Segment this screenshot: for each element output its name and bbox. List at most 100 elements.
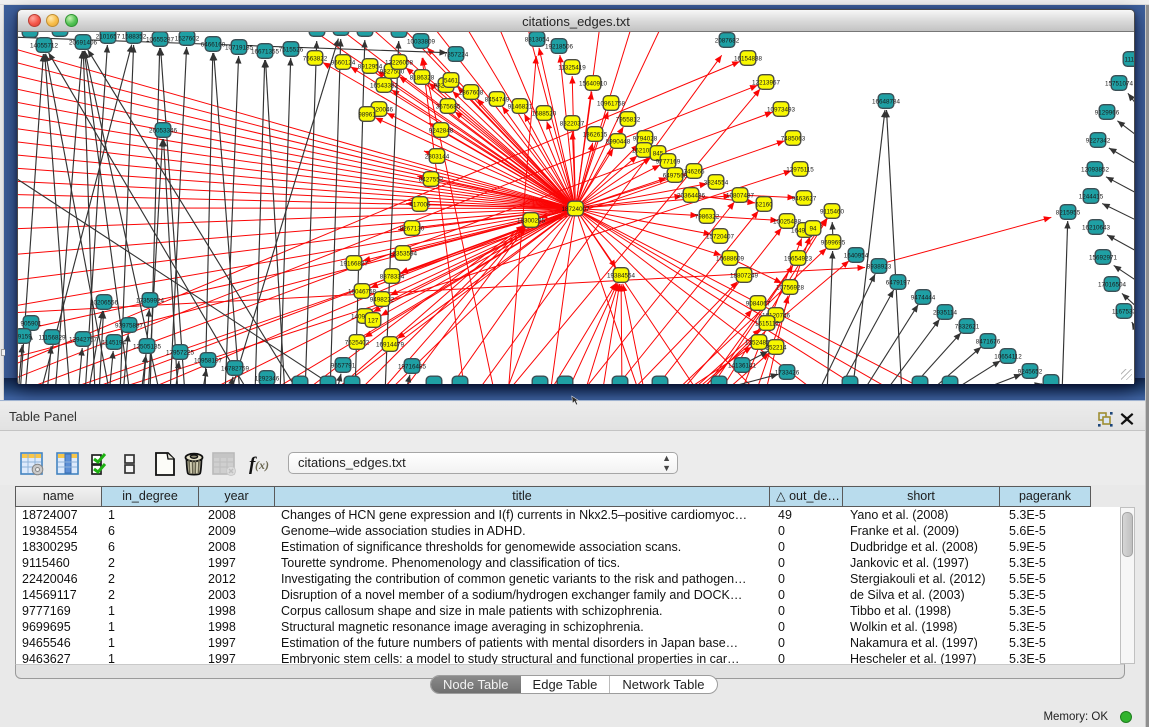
- svg-text:8990448: 8990448: [606, 138, 631, 145]
- svg-text:1527602: 1527602: [175, 35, 200, 42]
- svg-text:1733426: 1733426: [775, 369, 800, 376]
- svg-text:9660124: 9660124: [331, 59, 356, 66]
- svg-text:6497568: 6497568: [663, 172, 688, 179]
- svg-text:19166827: 19166827: [340, 260, 369, 267]
- svg-text:7986322: 7986322: [695, 213, 720, 220]
- svg-text:7625402: 7625402: [345, 339, 370, 346]
- svg-text:10756928: 10756928: [776, 284, 805, 291]
- svg-text:13226058: 13226058: [385, 59, 414, 66]
- svg-text:98961: 98961: [358, 111, 376, 118]
- svg-text:9084067: 9084067: [746, 300, 771, 307]
- svg-text:18807249: 18807249: [730, 272, 759, 279]
- svg-text:8878334: 8878334: [380, 273, 405, 280]
- svg-text:9777169: 9777169: [656, 158, 681, 165]
- svg-text:9794028: 9794028: [633, 135, 658, 142]
- svg-text:7832621: 7832621: [955, 323, 980, 330]
- svg-text:20364436: 20364436: [677, 192, 706, 199]
- svg-text:20691406: 20691406: [69, 39, 98, 46]
- svg-text:8186328: 8186328: [410, 74, 435, 81]
- svg-text:10046758: 10046758: [348, 288, 377, 295]
- svg-text:2867608: 2867608: [459, 89, 484, 96]
- svg-text:62160: 62160: [755, 201, 773, 208]
- svg-text:252214: 252214: [765, 344, 787, 351]
- svg-text:26053346: 26053346: [149, 127, 178, 134]
- svg-text:9463627: 9463627: [792, 195, 817, 202]
- svg-text:17359924: 17359924: [136, 297, 165, 304]
- svg-text:(x): (x): [255, 458, 269, 472]
- svg-text:12353594: 12353594: [389, 250, 418, 257]
- svg-text:8813054: 8813054: [525, 36, 550, 43]
- svg-text:8215955: 8215955: [1056, 209, 1081, 216]
- svg-text:9699695: 9699695: [821, 239, 846, 246]
- svg-text:16671355: 16671355: [251, 48, 280, 55]
- svg-text:2087682: 2087682: [715, 37, 740, 44]
- svg-text:127: 127: [368, 317, 379, 324]
- svg-text:1145194: 1145194: [102, 339, 127, 346]
- svg-text:15692971: 15692971: [1089, 254, 1118, 261]
- svg-text:12213967: 12213967: [752, 79, 781, 86]
- svg-text:9146821: 9146821: [508, 103, 533, 110]
- svg-text:17016504: 17016504: [1098, 281, 1127, 288]
- svg-text:10719185: 10719185: [225, 44, 254, 51]
- svg-text:93975887: 93975887: [115, 322, 144, 329]
- svg-text:8267130: 8267130: [400, 225, 425, 232]
- svg-text:16914479: 16914479: [376, 341, 405, 348]
- svg-text:10961758: 10961758: [597, 100, 626, 107]
- svg-text:9498222: 9498222: [370, 296, 395, 303]
- svg-text:9657791: 9657791: [331, 362, 356, 369]
- svg-text:1244415: 1244415: [1079, 193, 1104, 200]
- svg-text:3675685: 3675685: [436, 103, 461, 110]
- svg-text:10033809: 10033809: [407, 38, 436, 45]
- svg-text:3824554: 3824554: [704, 179, 729, 186]
- svg-text:9115460: 9115460: [820, 208, 845, 215]
- svg-text:15751074: 15751074: [1105, 80, 1134, 87]
- svg-text:8427552: 8427552: [419, 176, 444, 183]
- svg-text:16782759: 16782759: [221, 365, 250, 372]
- svg-text:9129966: 9129966: [1095, 109, 1120, 116]
- svg-text:12975115: 12975115: [786, 166, 814, 173]
- svg-text:8454749: 8454749: [485, 96, 510, 103]
- svg-text:9227342: 9227342: [1086, 137, 1111, 144]
- svg-text:8322037: 8322037: [560, 120, 585, 127]
- svg-text:905901: 905901: [20, 320, 42, 327]
- svg-text:9245652: 9245652: [1018, 368, 1043, 375]
- svg-text:1588520: 1588520: [532, 110, 557, 117]
- svg-text:19654923: 19654923: [784, 255, 813, 262]
- svg-text:1112: 1112: [1124, 56, 1134, 63]
- svg-text:19218506: 19218506: [545, 43, 574, 50]
- svg-text:19384554: 19384554: [607, 272, 636, 279]
- svg-text:12093852: 12093852: [1081, 166, 1110, 173]
- svg-text:7515526: 7515526: [279, 46, 304, 53]
- svg-text:1588352: 1588352: [122, 33, 147, 40]
- svg-text:16648784: 16648784: [872, 98, 901, 105]
- svg-text:10654112: 10654112: [994, 353, 1022, 360]
- svg-text:7955812: 7955812: [616, 116, 641, 123]
- svg-text:19716485: 19716485: [398, 363, 427, 370]
- svg-text:10958107: 10958107: [194, 357, 223, 364]
- svg-text:10655287: 10655287: [146, 36, 175, 43]
- svg-text:417006: 417006: [409, 201, 431, 208]
- svg-text:9242848: 9242848: [429, 127, 454, 134]
- svg-text:6466160: 6466160: [201, 41, 226, 48]
- svg-text:17957225: 17957225: [166, 349, 195, 356]
- svg-text:2803144: 2803144: [425, 153, 450, 160]
- svg-text:94: 94: [809, 225, 817, 232]
- svg-text:1167533: 1167533: [1112, 308, 1134, 315]
- svg-text:1362615: 1362615: [583, 131, 608, 138]
- svg-text:10973493: 10973493: [767, 106, 796, 113]
- svg-text:16543382: 16543382: [370, 82, 399, 89]
- svg-text:9474444: 9474444: [911, 294, 936, 301]
- svg-text:15640910: 15640910: [579, 80, 608, 87]
- svg-text:12505135: 12505135: [133, 343, 162, 350]
- svg-text:12942757: 12942757: [69, 336, 98, 343]
- svg-text:8938923: 8938923: [867, 263, 892, 270]
- svg-text:5461: 5461: [444, 77, 459, 84]
- svg-text:14136141: 14136141: [728, 362, 757, 369]
- svg-text:7663822: 7663822: [303, 55, 328, 62]
- svg-text:16210643: 16210643: [1082, 224, 1111, 231]
- svg-text:18724007: 18724007: [561, 206, 590, 213]
- svg-text:6479197: 6479197: [886, 279, 911, 286]
- svg-text:14055712: 14055712: [30, 42, 59, 49]
- svg-text:8471676: 8471676: [976, 338, 1001, 345]
- svg-text:10807487: 10807487: [726, 192, 755, 199]
